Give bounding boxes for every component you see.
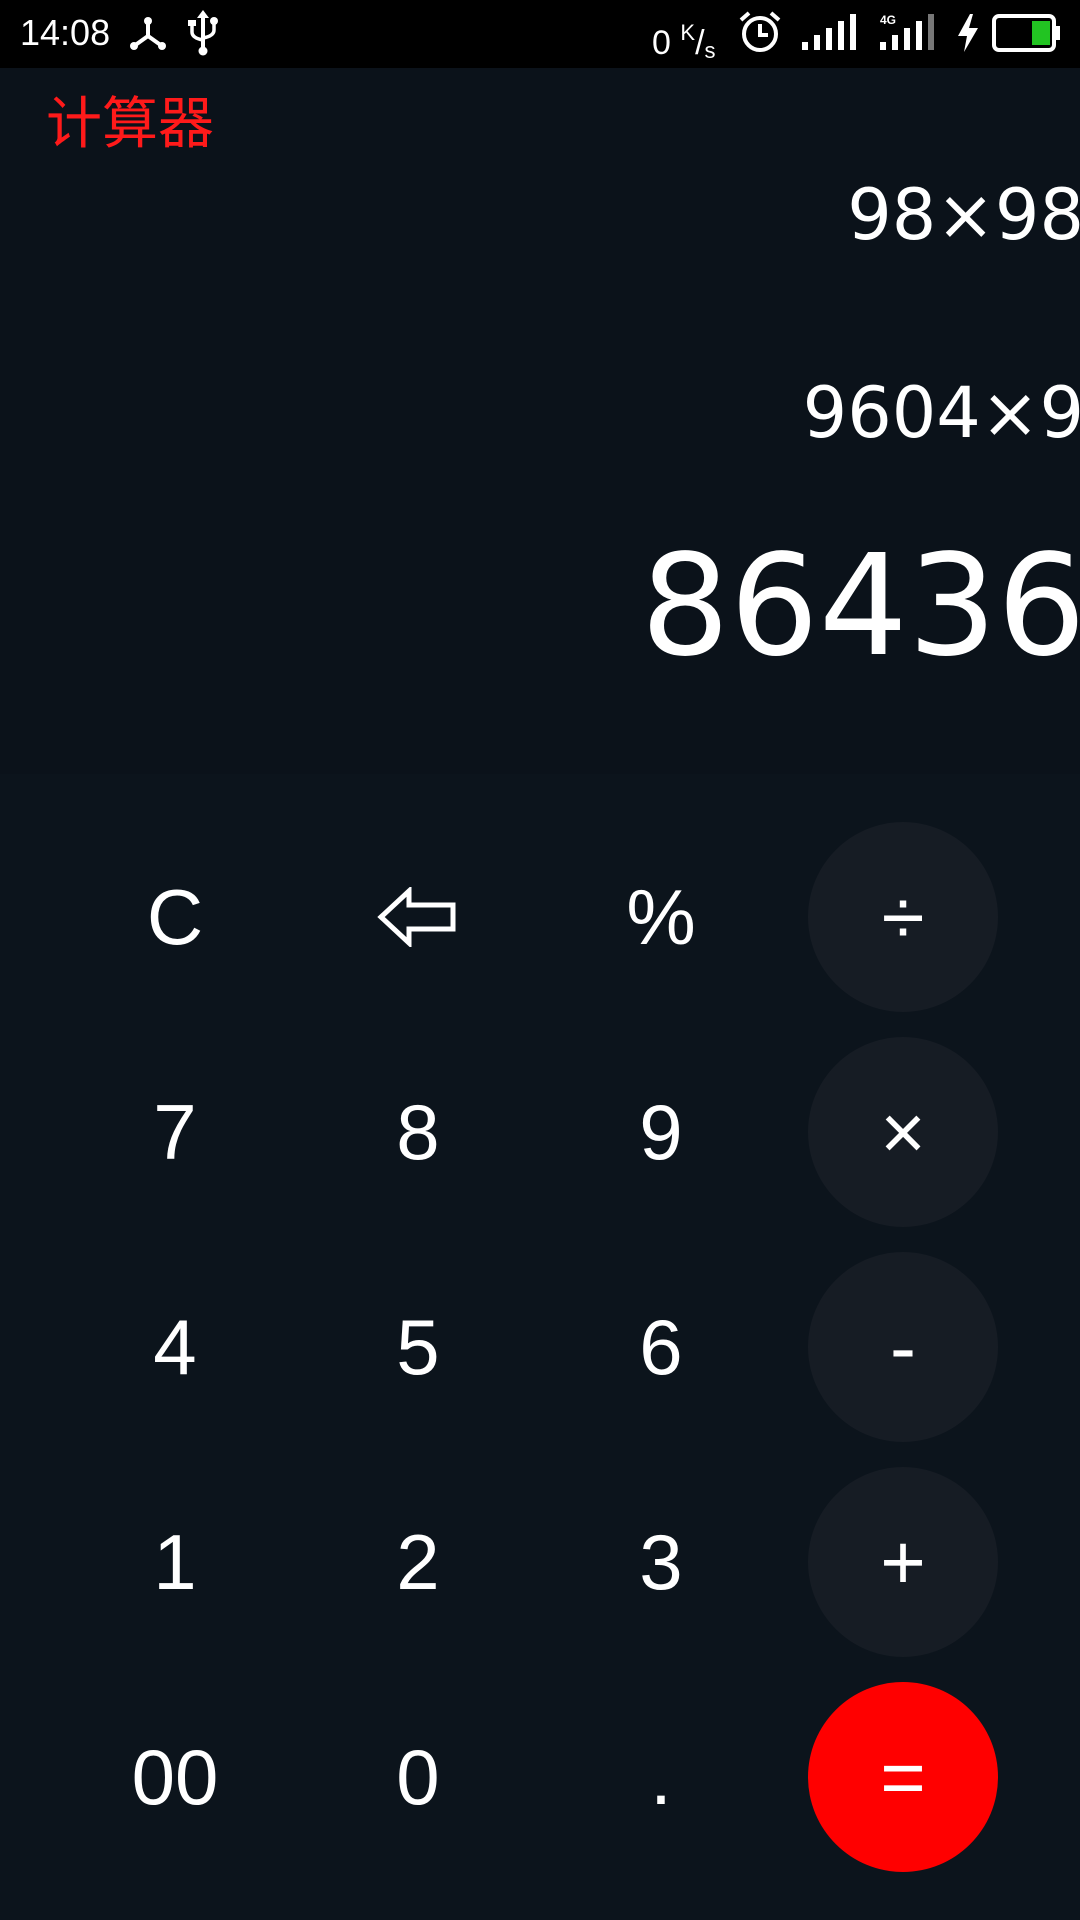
digit-0-button[interactable]: 0: [323, 1682, 513, 1872]
digit-9-label: 9: [639, 1087, 683, 1176]
digit-8-button[interactable]: 8: [323, 1037, 513, 1227]
alarm-icon: [739, 11, 781, 52]
decimal-point-label: .: [650, 1732, 672, 1821]
usb-icon: [188, 10, 218, 56]
history-expression-1: 98×98: [847, 174, 1080, 256]
backspace-icon: [377, 887, 456, 947]
minus-label: -: [890, 1302, 916, 1391]
double-zero-button[interactable]: 00: [80, 1682, 270, 1872]
charging-icon: [958, 14, 978, 52]
history-expression-2: 9604×9: [802, 372, 1080, 454]
digit-5-button[interactable]: 5: [323, 1252, 513, 1442]
svg-text:4G: 4G: [880, 13, 896, 27]
network-speed-value: 0: [652, 24, 671, 62]
digit-1-button[interactable]: 1: [80, 1467, 270, 1657]
signal-4g-icon: 4G: [880, 13, 934, 50]
equals-button[interactable]: =: [808, 1682, 998, 1872]
digit-1-label: 1: [153, 1517, 197, 1606]
multiply-label: ×: [880, 1087, 926, 1176]
digit-9-button[interactable]: 9: [566, 1037, 756, 1227]
digit-8-label: 8: [396, 1087, 440, 1176]
digit-2-label: 2: [396, 1517, 440, 1606]
clear-label: C: [146, 872, 204, 961]
digit-2-button[interactable]: 2: [323, 1467, 513, 1657]
multiply-button[interactable]: ×: [808, 1037, 998, 1227]
double-zero-label: 00: [131, 1732, 219, 1821]
network-share-icon: [130, 17, 166, 50]
network-speed-unit-bottom: s: [704, 38, 716, 63]
signal-icon: [802, 14, 856, 50]
minus-button[interactable]: -: [808, 1252, 998, 1442]
divide-label: ÷: [881, 872, 925, 961]
digit-6-label: 6: [639, 1302, 683, 1391]
status-bar: 14:08 0 K/s 4G: [0, 0, 1080, 68]
digit-7-label: 7: [153, 1087, 197, 1176]
digit-3-button[interactable]: 3: [566, 1467, 756, 1657]
percent-label: %: [626, 872, 696, 961]
digit-3-label: 3: [639, 1517, 683, 1606]
percent-button[interactable]: %: [566, 822, 756, 1012]
status-time: 14:08: [20, 12, 111, 53]
decimal-point-button[interactable]: .: [566, 1682, 756, 1872]
network-speed-unit-top: K: [680, 20, 696, 45]
digit-4-label: 4: [153, 1302, 197, 1391]
clear-button[interactable]: C: [80, 822, 270, 1012]
digit-0-label: 0: [396, 1732, 440, 1821]
plus-label: +: [880, 1517, 926, 1606]
app-title: 计算器: [46, 92, 214, 157]
digit-5-label: 5: [396, 1302, 440, 1391]
digit-6-button[interactable]: 6: [566, 1252, 756, 1442]
digit-4-button[interactable]: 4: [80, 1252, 270, 1442]
network-speed: 0 K/s: [652, 20, 716, 63]
digit-7-button[interactable]: 7: [80, 1037, 270, 1227]
result-value: 86436: [640, 525, 1080, 688]
backspace-button[interactable]: [323, 822, 513, 1012]
plus-button[interactable]: +: [808, 1467, 998, 1657]
divide-button[interactable]: ÷: [808, 822, 998, 1012]
battery-icon: [992, 14, 1060, 52]
equals-label: =: [880, 1732, 926, 1821]
